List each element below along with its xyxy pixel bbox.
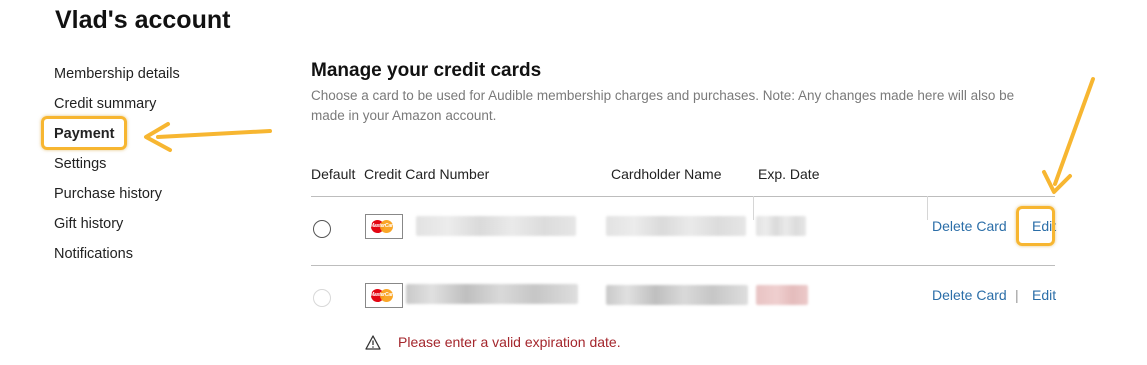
column-header-cardholder-name: Cardholder Name xyxy=(611,166,722,182)
delete-card-link[interactable]: Delete Card xyxy=(932,218,1007,234)
payment-highlight-box xyxy=(41,116,127,150)
default-card-radio[interactable] xyxy=(313,289,331,307)
sidebar-item-notifications[interactable]: Notifications xyxy=(54,243,254,273)
mastercard-logo-icon: MasterCard xyxy=(365,283,403,308)
edit-highlight-box xyxy=(1016,206,1055,246)
column-divider xyxy=(927,196,928,220)
redacted-cardholder-name xyxy=(606,216,746,236)
default-card-radio[interactable] xyxy=(313,220,331,238)
error-message: Please enter a valid expiration date. xyxy=(398,334,621,350)
redacted-cardholder-name xyxy=(606,285,748,305)
row-divider xyxy=(311,265,1055,266)
link-separator: | xyxy=(1015,287,1019,303)
table-header-divider xyxy=(311,196,1055,197)
mastercard-logo-icon: MasterCard xyxy=(365,214,403,239)
column-header-exp-date: Exp. Date xyxy=(758,166,820,182)
section-description: Choose a card to be used for Audible mem… xyxy=(311,88,1015,123)
edit-card-link[interactable]: Edit xyxy=(1032,287,1056,303)
sidebar-item-purchase-history[interactable]: Purchase history xyxy=(54,183,254,213)
account-sidebar: Membership details Credit summary Paymen… xyxy=(54,63,254,273)
warning-icon xyxy=(365,335,381,350)
column-header-default: Default xyxy=(311,166,356,182)
delete-card-link[interactable]: Delete Card xyxy=(932,287,1007,303)
sidebar-item-settings[interactable]: Settings xyxy=(54,153,254,183)
sidebar-item-membership-details[interactable]: Membership details xyxy=(54,63,254,93)
column-header-card-number: Credit Card Number xyxy=(364,166,490,182)
section-title: Manage your credit cards xyxy=(311,60,542,81)
sidebar-item-gift-history[interactable]: Gift history xyxy=(54,213,254,243)
account-title: Vlad's account xyxy=(55,6,231,34)
redacted-exp-date xyxy=(756,285,808,305)
redacted-card-number xyxy=(416,216,576,236)
down-arrow-icon xyxy=(1042,77,1095,194)
column-divider xyxy=(753,196,754,220)
redacted-card-number xyxy=(406,284,578,304)
redacted-exp-date xyxy=(756,216,806,236)
